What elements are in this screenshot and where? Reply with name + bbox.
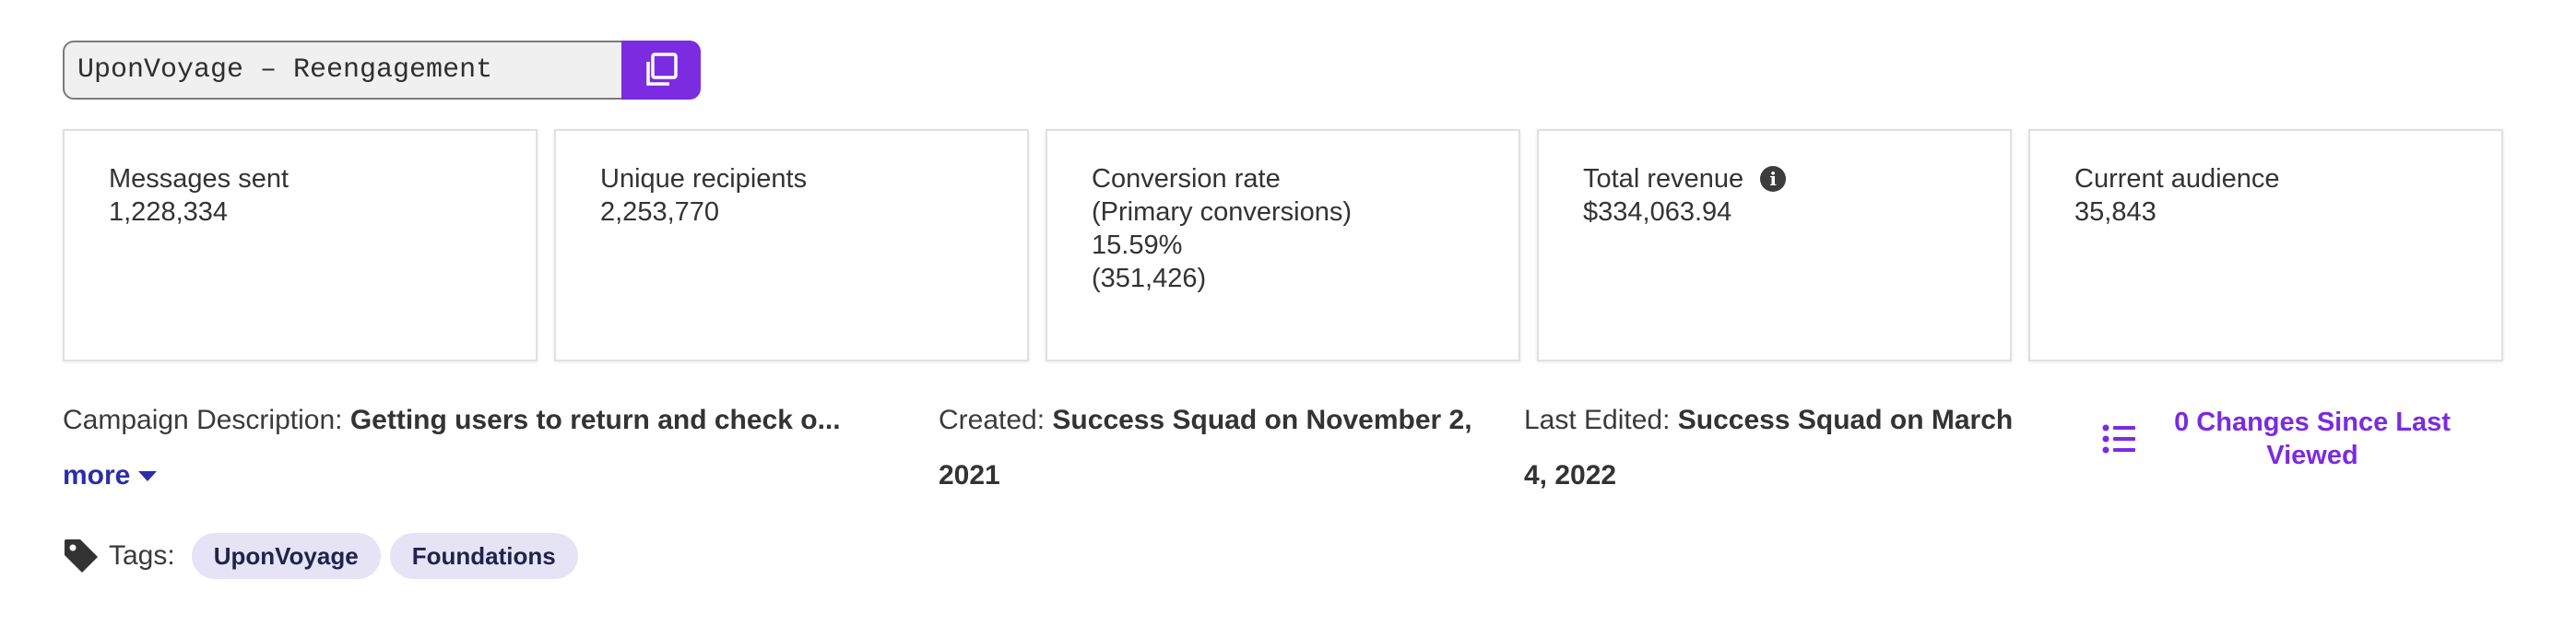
tags-label: Tags: [109,540,175,571]
more-label: more [63,460,131,491]
campaign-name-row [63,41,701,100]
stat-label: Current audience [2074,164,2280,194]
more-link[interactable]: more [63,448,158,503]
tag-icon [65,539,98,573]
stat-sublabel: (Primary conversions) [1092,197,1352,227]
tag-pill[interactable]: Foundations [389,533,578,579]
list-icon [2102,424,2135,454]
stat-label: Messages sent [109,164,290,194]
campaign-description: Campaign Description: Getting users to r… [63,393,892,503]
created-info: Created: Success Squad on November 2, 20… [939,393,1492,503]
stat-value: 15.59% [1092,231,1183,260]
tags-row: Tags: UponVoyage Foundations [63,533,578,579]
campaign-overview: Messages sent 1,228,334 Unique recipient… [0,0,2576,627]
created-label: Created: [939,405,1046,435]
stat-card-unique-recipients: Unique recipients 2,253,770 [554,129,1029,361]
changes-label: 0 Changes Since Last Viewed [2174,408,2451,470]
stat-value: 35,843 [2074,197,2157,227]
stat-label: Total revenue [1583,164,1744,194]
changes-since-last-viewed-button[interactable]: 0 Changes Since Last Viewed [2102,406,2460,472]
campaign-name-input[interactable] [63,41,621,100]
stat-card-messages-sent: Messages sent 1,228,334 [63,129,538,361]
stat-count: (351,426) [1092,264,1207,293]
info-icon[interactable]: i [1760,166,1787,192]
tag-pill[interactable]: UponVoyage [191,533,381,579]
stat-card-current-audience: Current audience 35,843 [2028,129,2503,361]
description-label: Campaign Description: [63,405,343,435]
stat-label: Conversion rate [1092,164,1281,194]
stat-value: $334,063.94 [1583,197,1732,227]
stat-value: 2,253,770 [600,197,720,227]
stat-card-total-revenue: Total revenue i $334,063.94 [1537,129,2012,361]
stat-label-row: Total revenue i [1583,162,1966,195]
description-value: Getting users to return and check o... [349,405,841,435]
stat-card-conversion-rate: Conversion rate (Primary conversions) 15… [1046,129,1520,361]
stat-value: 1,228,334 [109,197,229,227]
caret-down-icon [138,471,158,481]
copy-icon [646,53,678,86]
copy-button[interactable] [621,41,701,100]
last-edited-info: Last Edited: Success Squad on March 4, 2… [1524,393,2040,503]
edited-label: Last Edited: [1524,405,1671,435]
stats-cards: Messages sent 1,228,334 Unique recipient… [63,129,2503,361]
stat-label: Unique recipients [600,164,808,194]
